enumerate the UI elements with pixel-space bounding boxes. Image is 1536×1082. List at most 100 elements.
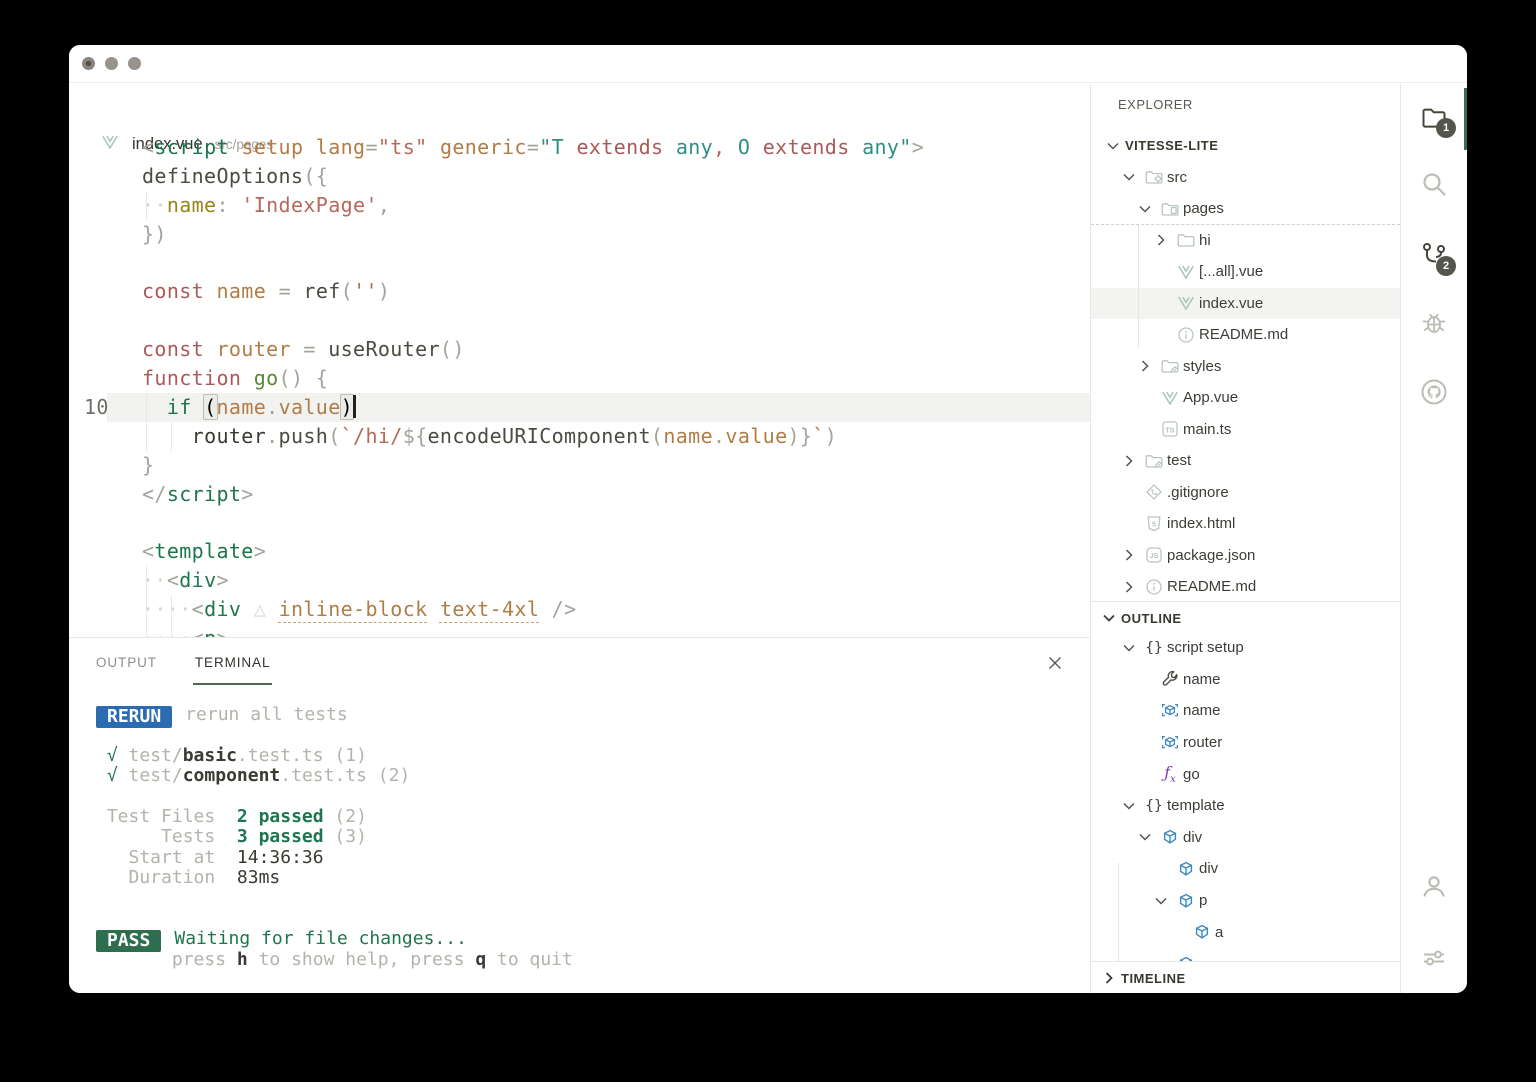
chevron-right-icon[interactable] bbox=[1117, 577, 1141, 597]
terminal-text: Test Files bbox=[96, 806, 237, 827]
tree-item-pages[interactable]: pages bbox=[1091, 193, 1400, 225]
tree-item-index.html[interactable]: 5index.html bbox=[1091, 508, 1400, 540]
chevron-down-icon[interactable] bbox=[1133, 199, 1157, 219]
zoom-window-button[interactable] bbox=[128, 57, 141, 70]
code-area[interactable]: <script setup lang="ts" generic="T exten… bbox=[69, 133, 1090, 637]
code-line[interactable]: }) bbox=[69, 220, 1090, 249]
terminal-output[interactable]: RERUNrerun all tests √ test/basic.test.t… bbox=[96, 705, 1090, 970]
search-icon[interactable] bbox=[1419, 169, 1449, 199]
outline-section-header[interactable]: OUTLINE bbox=[1091, 601, 1400, 634]
timeline-section-header[interactable]: TIMELINE bbox=[1091, 961, 1400, 993]
code-line[interactable]: ····<div △ inline-block text-4xl /> bbox=[69, 595, 1090, 624]
minimize-window-button[interactable] bbox=[105, 57, 118, 70]
tree-item-name[interactable]: name bbox=[1091, 664, 1400, 696]
braces-icon: {} bbox=[1141, 796, 1167, 816]
close-panel-icon[interactable] bbox=[1044, 652, 1066, 674]
tree-item-main.ts[interactable]: TSmain.ts bbox=[1091, 414, 1400, 446]
tree-item-label: .gitignore bbox=[1167, 484, 1229, 501]
tree-item-package.json[interactable]: JSpackage.json bbox=[1091, 540, 1400, 572]
tree-item-div[interactable]: div bbox=[1091, 853, 1400, 885]
code-line[interactable] bbox=[69, 249, 1090, 278]
vue-icon bbox=[1173, 293, 1199, 313]
source-control-icon[interactable]: 2 bbox=[1419, 240, 1449, 270]
code-token: if bbox=[167, 395, 192, 419]
code-line[interactable]: 10 if (name.value) bbox=[69, 393, 1090, 422]
chevron-down-icon[interactable] bbox=[1133, 827, 1157, 847]
tree-item-app.vue[interactable]: App.vue bbox=[1091, 382, 1400, 414]
code-token bbox=[663, 135, 675, 159]
code-line[interactable]: <template> bbox=[69, 537, 1090, 566]
code-line[interactable] bbox=[69, 306, 1090, 335]
code-line[interactable]: ··name: 'IndexPage', bbox=[69, 191, 1090, 220]
chevron-spacer bbox=[1165, 922, 1189, 942]
code-token: useRouter bbox=[328, 337, 440, 361]
tree-item-label: App.vue bbox=[1183, 389, 1238, 406]
vue-icon bbox=[1173, 262, 1199, 282]
code-token: router bbox=[216, 337, 290, 361]
code-line[interactable]: const name = ref('') bbox=[69, 277, 1090, 306]
code-token: value bbox=[279, 395, 341, 419]
close-window-button[interactable] bbox=[82, 57, 95, 70]
code-token: ( bbox=[204, 395, 216, 419]
code-line[interactable]: function go() { bbox=[69, 364, 1090, 393]
tree-item-vitesse-lite[interactable]: VITESSE-LITE bbox=[1091, 130, 1400, 162]
tab-output[interactable]: OUTPUT bbox=[96, 638, 157, 687]
code-token: name bbox=[663, 424, 713, 448]
debug-icon[interactable] bbox=[1419, 307, 1449, 337]
tab-terminal[interactable]: TERMINAL bbox=[195, 638, 270, 687]
code-line[interactable]: const router = useRouter() bbox=[69, 335, 1090, 364]
code-token: name bbox=[167, 193, 217, 217]
tree-item-p[interactable]: p bbox=[1091, 885, 1400, 917]
chevron-down-icon[interactable] bbox=[1117, 796, 1141, 816]
chevron-down-icon[interactable] bbox=[1149, 891, 1173, 911]
tree-item-styles[interactable]: styles bbox=[1091, 351, 1400, 383]
tree-item-src[interactable]: src bbox=[1091, 162, 1400, 194]
cube-icon bbox=[1157, 827, 1183, 847]
terminal-line bbox=[96, 889, 1090, 909]
tree-item-a[interactable]: a bbox=[1091, 916, 1400, 948]
titlebar[interactable] bbox=[69, 45, 1467, 83]
code-token bbox=[204, 279, 216, 303]
chevron-spacer bbox=[1117, 482, 1141, 502]
tree-item-test[interactable]: test bbox=[1091, 445, 1400, 477]
terminal-text: Duration bbox=[96, 867, 237, 888]
code-token: p bbox=[204, 626, 216, 637]
tree-item-readme.md[interactable]: README.md bbox=[1091, 571, 1400, 603]
tree-item-name[interactable]: name bbox=[1091, 695, 1400, 727]
code-line[interactable]: ····<p> bbox=[69, 624, 1090, 637]
chevron-right-icon[interactable] bbox=[1149, 230, 1173, 250]
code-token: ( bbox=[341, 279, 353, 303]
code-line[interactable]: router.push(`/hi/${encodeURIComponent(na… bbox=[69, 422, 1090, 451]
tree-item-template[interactable]: {}template bbox=[1091, 790, 1400, 822]
code-line[interactable]: defineOptions({ bbox=[69, 162, 1090, 191]
tree-item-div[interactable]: div bbox=[1091, 822, 1400, 854]
tree-item-go[interactable]: ƒxgo bbox=[1091, 758, 1400, 790]
code-token: > bbox=[216, 568, 228, 592]
files-icon[interactable]: 1 bbox=[1419, 102, 1449, 132]
terminal-text: press bbox=[96, 949, 237, 970]
code-line[interactable] bbox=[69, 509, 1090, 538]
chevron-down-icon[interactable] bbox=[1117, 167, 1141, 187]
tree-item-router[interactable]: router bbox=[1091, 727, 1400, 759]
code-line[interactable]: </script> bbox=[69, 480, 1090, 509]
chevron-right-icon[interactable] bbox=[1117, 451, 1141, 471]
code-token: < bbox=[192, 626, 204, 637]
code-line[interactable]: ··<div> bbox=[69, 566, 1090, 595]
chevron-right-icon[interactable] bbox=[1117, 545, 1141, 565]
code-editor[interactable]: index.vue src/pages <script setup lang="… bbox=[69, 84, 1090, 637]
code-line[interactable]: } bbox=[69, 451, 1090, 480]
git-icon bbox=[1141, 482, 1167, 502]
tree-item-.gitignore[interactable]: .gitignore bbox=[1091, 477, 1400, 509]
terminal-text: 83ms bbox=[237, 867, 280, 888]
chevron-down-icon[interactable] bbox=[1101, 136, 1125, 156]
tree-item-script-setup[interactable]: {}script setup bbox=[1091, 632, 1400, 664]
code-line[interactable]: <script setup lang="ts" generic="T exten… bbox=[69, 133, 1090, 162]
chevron-right-icon[interactable] bbox=[1133, 356, 1157, 376]
terminal-text: .test.ts bbox=[280, 765, 367, 786]
settings-icon[interactable] bbox=[1419, 943, 1449, 973]
cube-icon bbox=[1173, 859, 1199, 879]
chevron-down-icon[interactable] bbox=[1117, 638, 1141, 658]
account-icon[interactable] bbox=[1419, 871, 1449, 901]
github-icon[interactable] bbox=[1419, 377, 1449, 407]
code-token: </ bbox=[142, 482, 167, 506]
